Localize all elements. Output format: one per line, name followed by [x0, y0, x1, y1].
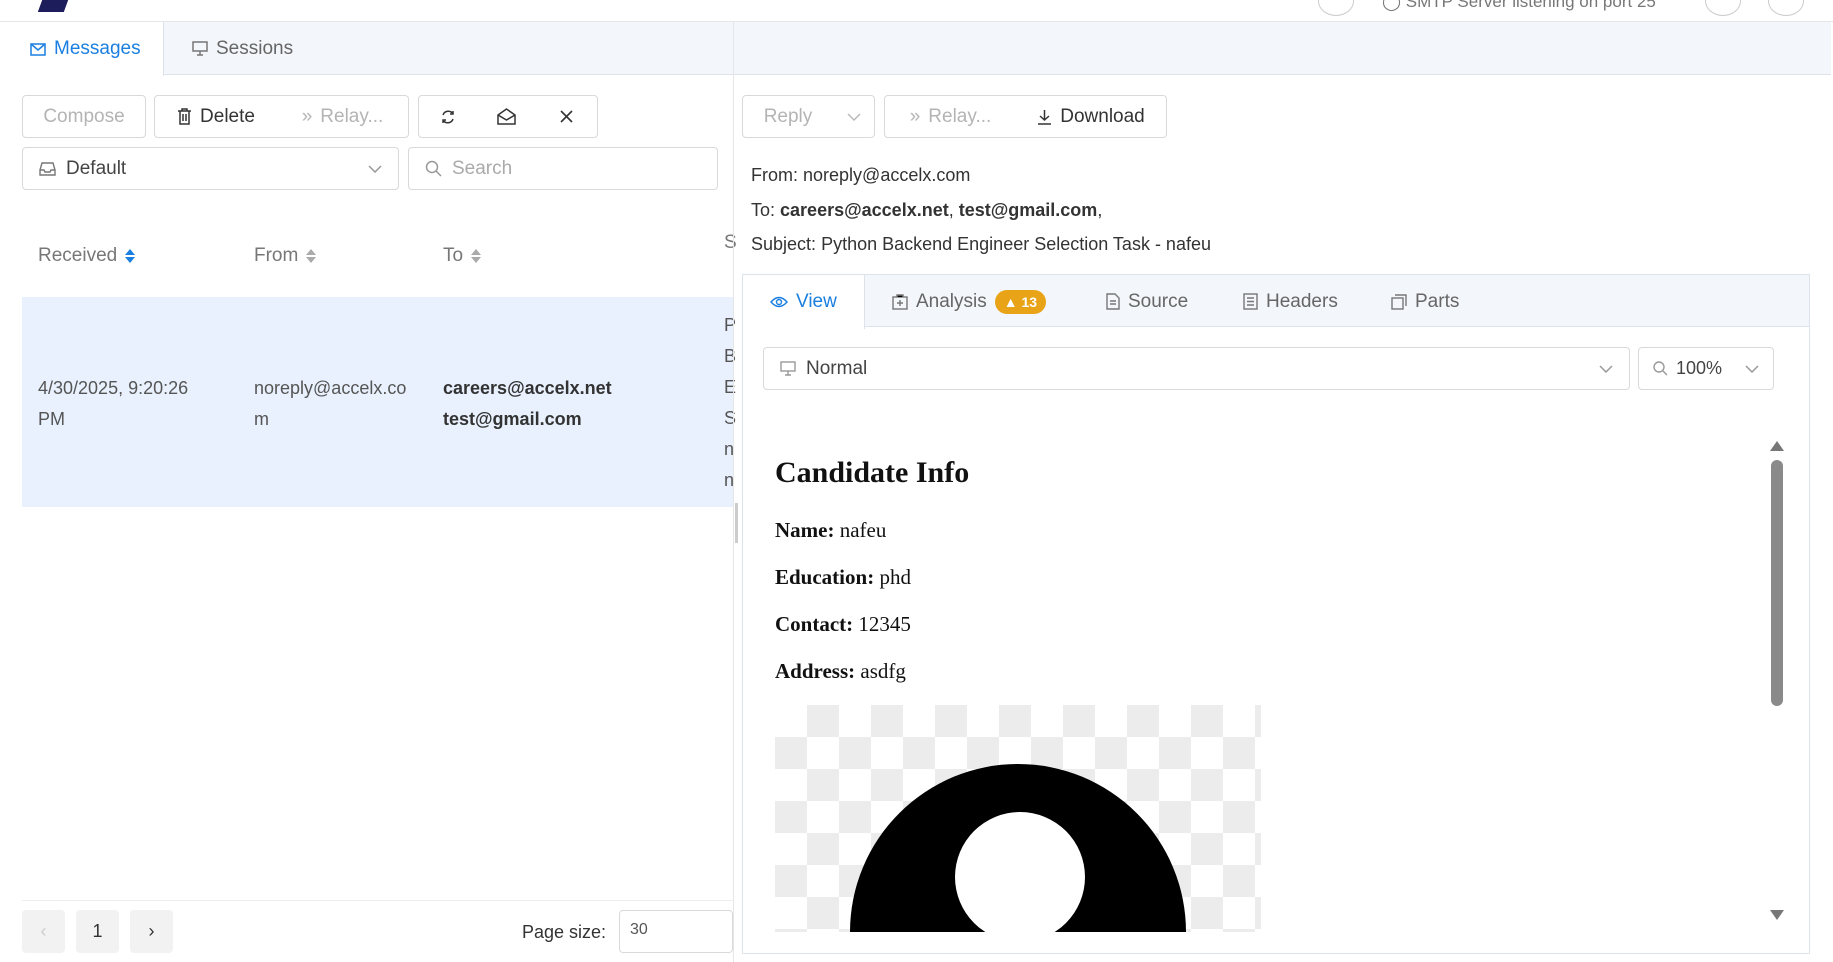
download-button[interactable]: Download	[1016, 95, 1167, 138]
scroll-up-arrow[interactable]	[1770, 441, 1784, 451]
column-from[interactable]: From	[254, 245, 317, 267]
sort-icon	[306, 249, 317, 263]
tab-headers[interactable]: Headers	[1243, 275, 1338, 328]
monitor-icon	[780, 361, 796, 376]
mail-icon	[30, 42, 46, 56]
email-contact: Contact: 12345	[775, 612, 911, 636]
pager-divider	[22, 900, 734, 901]
column-subject[interactable]: S	[724, 232, 737, 254]
zoom-icon	[1653, 361, 1668, 376]
clear-button[interactable]	[536, 95, 598, 138]
status-icon: ◯	[1382, 0, 1402, 11]
relay-button[interactable]: » Relay...	[277, 95, 409, 138]
next-page-button[interactable]: ›	[130, 910, 173, 953]
scrollbar-thumb[interactable]	[1771, 460, 1783, 706]
sort-icon	[471, 249, 482, 263]
reply-dropdown-button[interactable]	[833, 95, 875, 138]
tab-parts[interactable]: Parts	[1391, 275, 1459, 328]
main-tabs: Messages Sessions	[2, 22, 1831, 76]
analysis-icon	[892, 293, 908, 310]
compose-button[interactable]: Compose	[22, 95, 146, 138]
file-icon	[1106, 293, 1120, 310]
view-mode-select[interactable]: Normal	[763, 347, 1630, 390]
received-cell: 4/30/2025, 9:20:26 PM	[38, 378, 189, 429]
column-to[interactable]: To	[443, 245, 482, 267]
page-number[interactable]: 1	[76, 910, 119, 953]
prev-page-button[interactable]: ‹	[22, 910, 65, 953]
message-to: To: careers@accelx.net, test@gmail.com,	[751, 200, 1103, 220]
tab-analysis[interactable]: Analysis ▲ 13	[892, 275, 1047, 328]
sort-icon	[125, 249, 136, 263]
tab-messages-label: Messages	[54, 38, 141, 59]
refresh-button[interactable]	[418, 95, 478, 138]
close-icon	[560, 110, 573, 123]
warning-icon: ▲	[1003, 293, 1018, 310]
tab-source[interactable]: Source	[1106, 275, 1188, 328]
zoom-select[interactable]: 100%	[1638, 347, 1774, 390]
app-logo	[37, 0, 69, 12]
chevron-down-icon	[1599, 364, 1613, 373]
theme-toggle-icon[interactable]	[1318, 0, 1354, 16]
trash-icon	[177, 108, 192, 125]
avatar-placeholder-icon	[850, 764, 1186, 932]
subject-cell: P B E S n n	[724, 315, 737, 490]
tab-messages[interactable]: Messages	[2, 22, 164, 76]
avatar[interactable]	[1768, 0, 1804, 16]
page-size-input[interactable]: 30	[619, 910, 733, 953]
search-icon	[425, 160, 442, 177]
to-cell: careers@accelx.net test@gmail.com	[443, 378, 612, 429]
viewer-tabs: View Analysis ▲ 13 Source Headers Parts	[742, 274, 1810, 329]
inbox-icon	[39, 161, 56, 176]
message-from: From: noreply@accelx.com	[751, 165, 971, 185]
reply-button[interactable]: Reply	[742, 95, 834, 138]
message-subject: Subject: Python Backend Engineer Selecti…	[751, 234, 1211, 254]
reader-relay-button[interactable]: » Relay...	[884, 95, 1017, 138]
candidate-photo	[775, 705, 1261, 932]
email-address: Address: asdfg	[775, 659, 906, 683]
tab-sessions[interactable]: Sessions	[164, 22, 321, 75]
download-icon	[1037, 109, 1052, 125]
from-cell: noreply@accelx.co m	[254, 378, 407, 429]
envelope-open-icon	[497, 108, 516, 125]
server-status: ◯ SMTP Server listening on port 25	[1382, 0, 1656, 12]
email-heading: Candidate Info	[775, 456, 970, 489]
column-received[interactable]: Received	[38, 245, 136, 267]
copy-icon	[1391, 293, 1407, 310]
warning-badge: ▲ 13	[994, 289, 1047, 314]
mailbox-select[interactable]: Default	[22, 147, 399, 190]
resize-handle[interactable]	[735, 503, 738, 543]
search-input[interactable]: Search	[408, 147, 718, 190]
eye-icon	[770, 296, 788, 308]
mark-read-button[interactable]	[477, 95, 537, 138]
refresh-icon	[440, 109, 456, 125]
search-placeholder: Search	[452, 157, 513, 179]
pane-divider	[733, 22, 734, 962]
list-icon	[1243, 293, 1258, 310]
top-bar: ◯ SMTP Server listening on port 25	[0, 0, 1833, 22]
monitor-icon	[192, 41, 208, 56]
relay-icon: »	[909, 105, 921, 127]
email-name: Name: nafeu	[775, 518, 887, 542]
chevron-down-icon	[368, 164, 382, 173]
delete-button[interactable]: Delete	[154, 95, 278, 138]
chevron-down-icon	[1745, 364, 1759, 373]
page-size-label: Page size:	[522, 922, 607, 942]
scroll-down-arrow[interactable]	[1770, 910, 1784, 920]
settings-icon[interactable]	[1705, 0, 1741, 16]
relay-icon: »	[301, 105, 313, 127]
tab-view[interactable]: View	[743, 275, 865, 329]
email-education: Education: phd	[775, 565, 911, 589]
chevron-down-icon	[846, 112, 861, 121]
tab-sessions-label: Sessions	[216, 37, 294, 59]
